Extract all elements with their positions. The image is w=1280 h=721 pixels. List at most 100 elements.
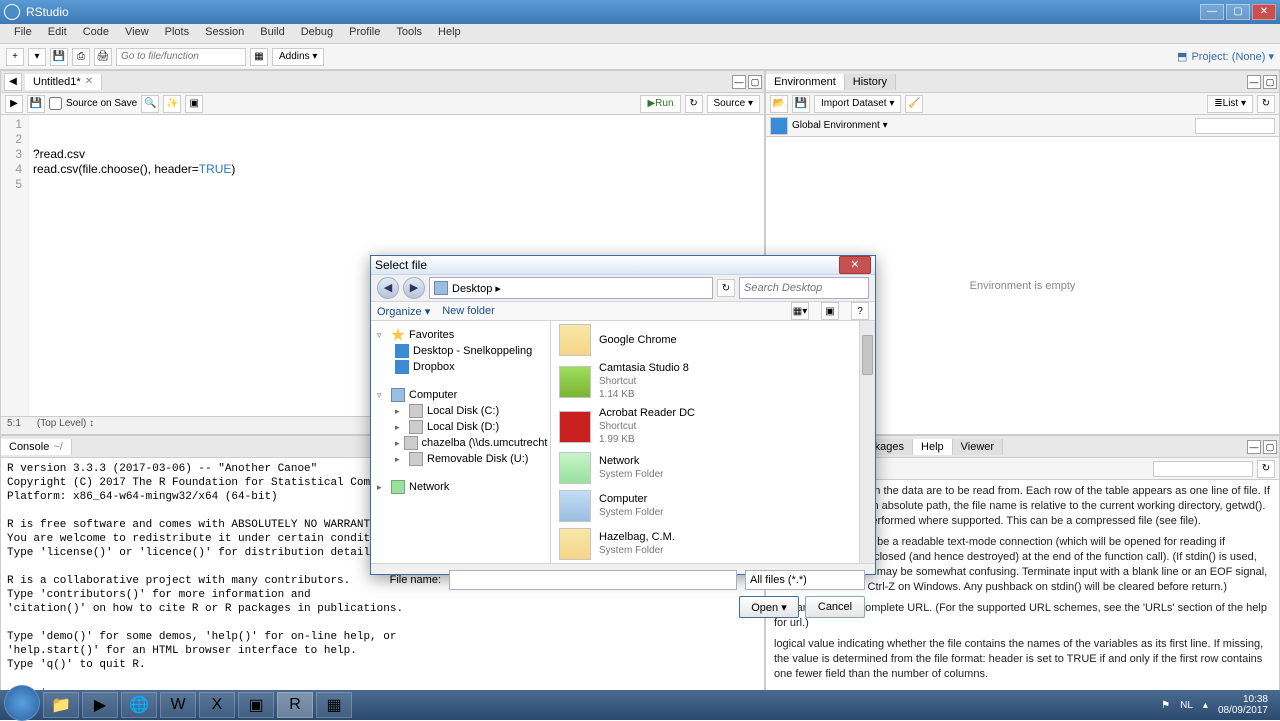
favorites-group[interactable]: ▿Favorites	[373, 327, 548, 343]
minimize-env-icon[interactable]: —	[1247, 75, 1261, 89]
tray-lang[interactable]: NL	[1180, 700, 1193, 711]
sidebar-item-u[interactable]: ▸Removable Disk (U:)	[373, 451, 548, 467]
menu-build[interactable]: Build	[252, 24, 292, 43]
task-app[interactable]: ▣	[238, 692, 274, 718]
tab-viewer[interactable]: Viewer	[953, 439, 1003, 455]
scope-indicator[interactable]: (Top Level) ↕	[37, 418, 94, 433]
file-item[interactable]: Camtasia Studio 8Shortcut1.14 KB	[551, 359, 875, 404]
tray-up-icon[interactable]: ▴	[1203, 700, 1208, 711]
maximize-env-icon[interactable]: ▢	[1263, 75, 1277, 89]
import-dataset-button[interactable]: Import Dataset ▾	[814, 95, 901, 113]
maximize-help-icon[interactable]: ▢	[1263, 440, 1277, 454]
breadcrumb[interactable]: Desktop ▸	[429, 277, 713, 299]
tray-flag-icon[interactable]: ⚑	[1161, 700, 1170, 711]
sidebar-item-d[interactable]: ▸Local Disk (D:)	[373, 419, 548, 435]
find-button[interactable]: 🔍	[141, 95, 159, 113]
filter-select[interactable]	[745, 570, 865, 590]
menu-session[interactable]: Session	[197, 24, 252, 43]
load-workspace-button[interactable]: 📂	[770, 95, 788, 113]
save-all-button[interactable]: ⎙	[72, 48, 90, 66]
minimize-pane-icon[interactable]: —	[732, 75, 746, 89]
grid-button[interactable]: ▦	[250, 48, 268, 66]
open-button[interactable]: Open ▾	[739, 596, 799, 618]
close-button[interactable]: ✕	[1252, 4, 1276, 20]
task-excel[interactable]: X	[199, 692, 235, 718]
task-rstudio[interactable]: R	[277, 692, 313, 718]
wand-button[interactable]: ✨	[163, 95, 181, 113]
project-menu[interactable]: Project: (None) ▾	[1191, 50, 1274, 63]
new-folder-button[interactable]: New folder	[442, 305, 495, 317]
refresh-button[interactable]: ↻	[717, 279, 735, 297]
filename-input[interactable]	[449, 570, 737, 590]
menu-edit[interactable]: Edit	[40, 24, 75, 43]
goto-file-input[interactable]	[116, 48, 246, 66]
menu-profile[interactable]: Profile	[341, 24, 388, 43]
menu-file[interactable]: File	[6, 24, 40, 43]
env-search-input[interactable]	[1195, 118, 1275, 134]
sidebar-item-desktop[interactable]: Desktop - Snelkoppeling	[373, 343, 548, 359]
minimize-help-icon[interactable]: —	[1247, 440, 1261, 454]
menu-debug[interactable]: Debug	[293, 24, 341, 43]
file-item[interactable]: Hazelbag, C.M.System Folder	[551, 525, 875, 563]
refresh-env-button[interactable]: ↻	[1257, 95, 1275, 113]
addins-button[interactable]: Addins ▾	[272, 48, 324, 66]
help-search-input[interactable]	[1153, 461, 1253, 477]
file-item[interactable]: ComputerSystem Folder	[551, 487, 875, 525]
back-button[interactable]: ◀	[4, 73, 22, 91]
save-doc-button[interactable]: 💾	[27, 95, 45, 113]
tab-console[interactable]: Console ~/	[1, 439, 72, 455]
task-word[interactable]: W	[160, 692, 196, 718]
task-chrome[interactable]: 🌐	[121, 692, 157, 718]
source-on-save-checkbox[interactable]	[49, 97, 62, 110]
file-item[interactable]: NetworkSystem Folder	[551, 449, 875, 487]
dialog-close-button[interactable]: ✕	[839, 256, 871, 274]
list-view-button[interactable]: ≣ List ▾	[1207, 95, 1253, 113]
nav-fwd-button[interactable]: ▶	[403, 277, 425, 299]
clear-env-button[interactable]: 🧹	[905, 95, 923, 113]
minimize-button[interactable]: —	[1200, 4, 1224, 20]
cancel-button[interactable]: Cancel	[805, 596, 865, 618]
sidebar-item-dropbox[interactable]: Dropbox	[373, 359, 548, 375]
sidebar-item-c[interactable]: ▸Local Disk (C:)	[373, 403, 548, 419]
task-other[interactable]: ▦	[316, 692, 352, 718]
menu-code[interactable]: Code	[75, 24, 117, 43]
nav-back-button[interactable]: ◀	[377, 277, 399, 299]
show-doc-button[interactable]: ▶	[5, 95, 23, 113]
scrollbar[interactable]	[859, 321, 875, 563]
help-refresh-button[interactable]: ↻	[1257, 460, 1275, 478]
organize-button[interactable]: Organize ▾	[377, 305, 430, 318]
tab-close-icon[interactable]: ✕	[85, 76, 93, 87]
scrollbar-thumb[interactable]	[862, 335, 873, 375]
menu-help[interactable]: Help	[430, 24, 469, 43]
maximize-button[interactable]: ▢	[1226, 4, 1250, 20]
editor-tab[interactable]: Untitled1* ✕	[25, 74, 102, 90]
preview-button[interactable]: ▣	[821, 302, 839, 320]
help-button[interactable]: ?	[851, 302, 869, 320]
tab-history[interactable]: History	[845, 74, 896, 90]
report-button[interactable]: ▣	[185, 95, 203, 113]
source-button[interactable]: Source ▾	[707, 95, 760, 113]
network-group[interactable]: ▸Network	[373, 479, 548, 495]
file-item[interactable]: Google Chrome	[551, 321, 875, 359]
maximize-pane-icon[interactable]: ▢	[748, 75, 762, 89]
file-item[interactable]: Acrobat Reader DCShortcut1.99 KB	[551, 404, 875, 449]
computer-group[interactable]: ▿Computer	[373, 387, 548, 403]
menu-view[interactable]: View	[117, 24, 157, 43]
run-button[interactable]: ▶ Run	[640, 95, 680, 113]
dialog-search-input[interactable]	[739, 277, 869, 299]
rerun-button[interactable]: ↻	[685, 95, 703, 113]
view-button[interactable]: ▦▾	[791, 302, 809, 320]
open-button[interactable]: ▾	[28, 48, 46, 66]
menu-plots[interactable]: Plots	[157, 24, 197, 43]
task-media[interactable]: ▶	[82, 692, 118, 718]
menu-tools[interactable]: Tools	[388, 24, 430, 43]
print-button[interactable]: 🖨	[94, 48, 112, 66]
env-scope[interactable]: Global Environment ▾	[792, 120, 888, 131]
sidebar-item-netdrive[interactable]: ▸chazelba (\\ds.umcutrecht.nl\Algemeen	[373, 435, 548, 451]
tab-help[interactable]: Help	[913, 439, 953, 455]
start-button[interactable]	[4, 685, 40, 721]
tab-environment[interactable]: Environment	[766, 74, 845, 90]
task-explorer[interactable]: 📁	[43, 692, 79, 718]
save-workspace-button[interactable]: 💾	[792, 95, 810, 113]
save-button[interactable]: 💾	[50, 48, 68, 66]
